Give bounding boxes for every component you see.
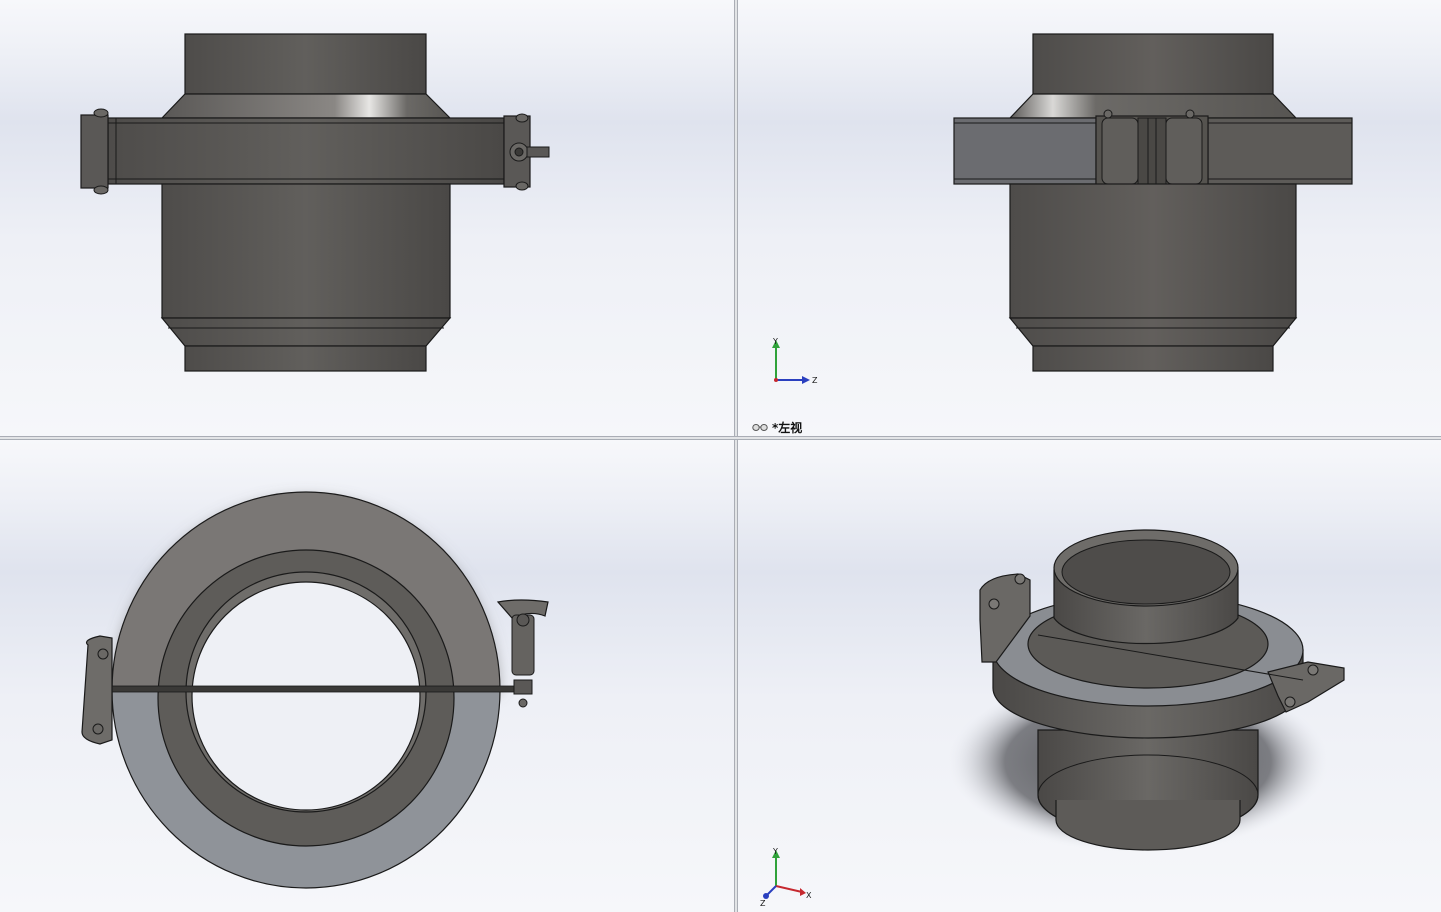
axis-triad-left-view: Y Z [772,337,818,385]
viewport-splitter-vertical[interactable] [734,0,738,912]
axis-triad-isometric: Y Z X [760,847,812,908]
viewport-isometric[interactable]: Y Z X [738,440,1441,912]
top-view-model [81,491,549,889]
triad-z-label: Z [760,899,766,908]
view-name-label: *左视 [772,421,803,435]
triad-y-label: Y [772,847,778,856]
eyeglasses-icon [752,424,768,431]
isometric-model [948,529,1345,852]
viewport-grid: Y Z *左视 Y Z X [0,0,1441,912]
triad-x-label: X [806,891,812,900]
triad-z-label: Z [812,376,818,385]
front-view-model [80,33,550,372]
viewport-top-view[interactable] [0,440,734,912]
viewport-splitter-horizontal[interactable] [0,436,1441,440]
triad-y-label: Y [772,337,778,346]
viewport-front[interactable] [0,0,734,436]
viewport-left-view[interactable]: Y Z *左视 [738,0,1441,436]
view-label: *左视 [752,419,802,436]
